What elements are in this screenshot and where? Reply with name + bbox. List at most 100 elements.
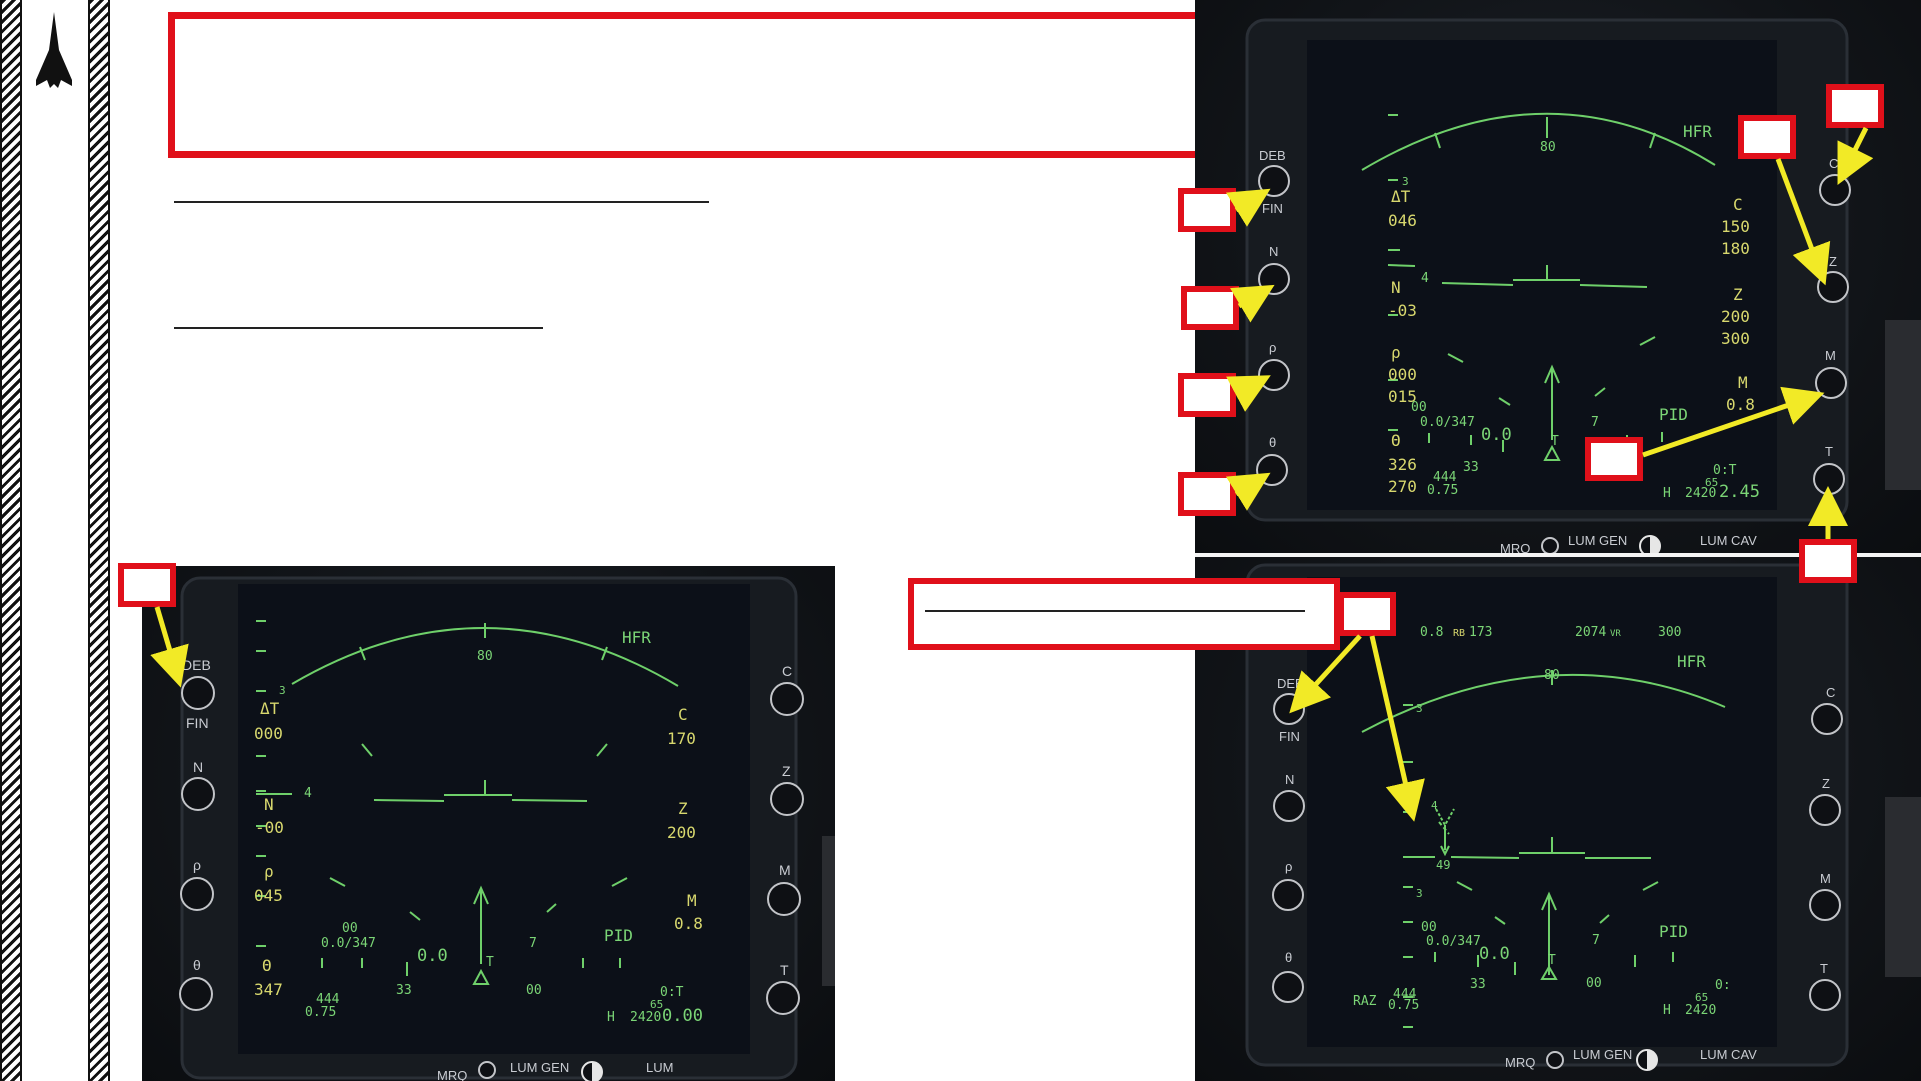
hud-ot-65: 65 (1695, 991, 1708, 1004)
rotary-knob-icon (1817, 271, 1849, 303)
svg-text:Z: Z (1829, 254, 1837, 269)
rotary-knob-icon (770, 782, 804, 816)
label-box-m (1585, 437, 1643, 481)
svg-text:ρ: ρ (1269, 340, 1276, 355)
hud-speed-2: 0.75 (305, 1005, 336, 1020)
label-box-left-deb (118, 563, 176, 607)
hud-rho-value-1: 000 (1388, 365, 1417, 384)
svg-text:ρ: ρ (193, 857, 201, 873)
hud-arc-center: 80 (477, 649, 493, 664)
hud-z-label: Z (678, 799, 688, 818)
hud-t-marker: T (486, 955, 494, 970)
hud-theta-value-2: 270 (1388, 477, 1417, 496)
svg-text:T: T (1825, 444, 1833, 459)
hud-ratio: 0.0/347 (1426, 934, 1481, 949)
hud-ratio: 0.0/347 (1420, 415, 1475, 430)
hud-tick-7: 7 (1592, 933, 1600, 948)
hud-c-value-1: 170 (667, 729, 696, 748)
label-mrq: MRQ (1500, 541, 1530, 553)
hud-ratio-top: 00 (342, 921, 358, 936)
svg-text:θ: θ (1285, 950, 1292, 965)
svg-text:C: C (782, 663, 792, 679)
svg-text:M: M (1820, 871, 1831, 886)
hud-m-value: 0.8 (674, 914, 703, 933)
svg-text:FIN: FIN (186, 715, 209, 731)
heading-rule-1 (174, 201, 709, 203)
hud-delta-t-label: ΔT (260, 699, 280, 718)
rotary-knob-icon (1258, 165, 1290, 197)
hud-n-label: N (264, 795, 274, 814)
hud-n-value: -00 (255, 818, 284, 837)
label-box-theta (1178, 472, 1236, 516)
svg-text:DEB: DEB (1259, 148, 1286, 163)
hud-rho-value-1: 045 (254, 886, 283, 905)
rotary-knob-icon (1273, 693, 1305, 725)
svg-text:T: T (780, 962, 789, 978)
hud-center-value: 0.0 (1481, 425, 1512, 445)
lum-gen-knob[interactable] (1546, 1051, 1564, 1069)
left-stripe-inner (88, 0, 110, 1081)
svg-text:θ: θ (193, 957, 201, 973)
hud-tick-4: 4 (304, 786, 312, 801)
hud-theta-value-1: 326 (1388, 455, 1417, 474)
hud-delta-t-label: ΔT (1391, 187, 1411, 206)
hud-z-value-1: 200 (1721, 307, 1750, 326)
hud-rho-label: ρ (264, 862, 274, 881)
hud-tick-33: 33 (1463, 460, 1479, 475)
hud-center-value: 0.0 (417, 946, 448, 966)
contrast-circle-icon[interactable] (1639, 535, 1661, 553)
rotary-knob-icon (766, 981, 800, 1015)
svg-text:N: N (193, 759, 203, 775)
hud-ot-65: 65 (1705, 476, 1718, 489)
label-box-bottom-target (1338, 592, 1396, 636)
svg-text:DEB: DEB (182, 657, 211, 673)
contrast-circle-icon[interactable] (581, 1061, 603, 1081)
hud-arc-center: 80 (1544, 668, 1560, 683)
rotary-knob-icon (1256, 454, 1288, 486)
hud-ot-value: 2.45 (1719, 482, 1760, 502)
hud-rho-label: ρ (1391, 343, 1401, 362)
svg-text:M: M (779, 862, 791, 878)
hud-theta-value-1: 347 (254, 980, 283, 999)
hud-pid: PID (1659, 922, 1688, 941)
svg-text:C: C (1826, 685, 1835, 700)
label-lum-gen: LUM GEN (1568, 533, 1627, 548)
hud-tick-33: 33 (396, 983, 412, 998)
hud-z-label: Z (1733, 285, 1743, 304)
hud-h-label: H (607, 1010, 615, 1025)
hud-m-label: M (687, 891, 697, 910)
svg-text:Z: Z (782, 763, 791, 779)
lum-gen-knob[interactable] (478, 1061, 496, 1079)
hud-raz: RAZ (1353, 994, 1377, 1009)
hud-tick-7: 7 (529, 936, 537, 951)
label-box-n (1181, 286, 1239, 330)
rotary-knob-icon (1809, 889, 1841, 921)
hud-target-value: 49 (1436, 858, 1450, 872)
hud-ratio: 0.0/347 (321, 936, 376, 951)
rotary-knob-icon (1272, 879, 1304, 911)
title-callout-box (168, 12, 1202, 158)
hud-h-label: H (1663, 1003, 1671, 1018)
hud-tick-00: 00 (1586, 976, 1602, 991)
label-box-c (1826, 84, 1884, 128)
jet-silhouette-icon (36, 12, 72, 88)
heading-rule-2 (174, 327, 543, 329)
rotary-knob-icon (179, 977, 213, 1011)
rotary-knob-icon (1258, 359, 1290, 391)
hud-mode-label: HFR (622, 628, 651, 647)
contrast-circle-icon[interactable] (1636, 1049, 1658, 1071)
hud-arc-center: 80 (1540, 140, 1556, 155)
hud-h-value: 2420 (630, 1010, 661, 1025)
hud-z-value-2: 300 (1721, 329, 1750, 348)
display-panel-left: HFR 80 3 4 ΔT 000 N -00 ρ 045 Θ 347 C 17… (142, 566, 835, 1081)
hud-tick-00: 00 (526, 983, 542, 998)
svg-text:N: N (1269, 244, 1278, 259)
rotary-knob-icon (180, 877, 214, 911)
hud-c-value-1: 150 (1721, 217, 1750, 236)
label-mrq: MRQ (1505, 1055, 1535, 1070)
knob-deb-fin[interactable]: DEB FIN (1273, 676, 1305, 744)
hud-delta-t-value: 000 (254, 724, 283, 743)
rotary-knob-icon (1815, 367, 1847, 399)
hud-tick-3b: 3 (1416, 887, 1423, 900)
lum-gen-knob[interactable] (1541, 537, 1559, 553)
